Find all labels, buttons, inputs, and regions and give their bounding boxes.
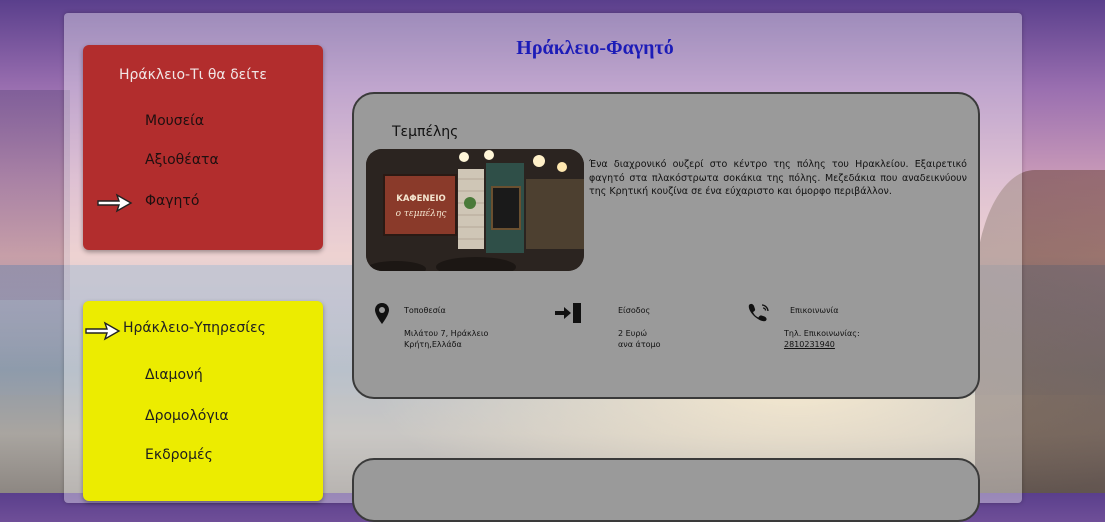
menu-item-excursions[interactable]: Εκδρομές bbox=[145, 447, 213, 463]
restaurant-photo: ΚΑΦΕΝΕΙΟ ο τεμπέλης bbox=[366, 149, 584, 271]
menu-item-food[interactable]: Φαγητό bbox=[145, 193, 199, 209]
entrance-icon bbox=[555, 303, 581, 323]
entry-label: Είσοδος bbox=[618, 306, 651, 315]
location-label: Τοποθεσία bbox=[404, 306, 446, 315]
cafe-sign-text: ΚΑΦΕΝΕΙΟ bbox=[396, 194, 446, 204]
cafe-sign-name: ο τεμπέλης bbox=[395, 209, 447, 219]
location-line1: Μιλάτου 7, Ηράκλειο bbox=[404, 329, 489, 338]
menu-services-heading[interactable]: Ηράκλειο-Υπηρεσίες bbox=[123, 320, 266, 336]
entry-value: 2 Ευρώ ανα άτομο bbox=[618, 328, 661, 350]
restaurant-card-next bbox=[352, 458, 980, 522]
background-left-cliff bbox=[0, 90, 70, 300]
phone-number-link[interactable]: 2810231940 bbox=[784, 339, 860, 350]
arrow-right-icon bbox=[85, 321, 121, 341]
entry-line1: 2 Ευρώ bbox=[618, 329, 648, 338]
location-pin-icon bbox=[375, 303, 389, 324]
menu-sightseeing: Ηράκλειο-Τι θα δείτε Μουσεία Αξιοθέατα Φ… bbox=[83, 45, 323, 250]
arrow-right-icon bbox=[97, 193, 133, 213]
restaurant-card: Τεμπέλης ΚΑΦΕΝΕΙΟ ο τεμπέλης Ένα διαχρον… bbox=[352, 92, 980, 399]
contact-value: Τηλ. Επικοινωνίας: 2810231940 bbox=[784, 328, 860, 350]
menu-sightseeing-heading[interactable]: Ηράκλειο-Τι θα δείτε bbox=[119, 67, 267, 83]
menu-item-museums[interactable]: Μουσεία bbox=[145, 113, 204, 129]
restaurant-description: Ένα διαχρονικό ουζερί στο κέντρο της πόλ… bbox=[589, 159, 967, 197]
restaurant-name: Τεμπέλης bbox=[392, 124, 459, 140]
location-value: Μιλάτου 7, Ηράκλειο Κρήτη,Ελλάδα bbox=[404, 328, 488, 350]
menu-item-sights[interactable]: Αξιοθέατα bbox=[145, 152, 219, 168]
phone-icon bbox=[748, 303, 769, 322]
menu-item-routes[interactable]: Δρομολόγια bbox=[145, 408, 229, 424]
location-line2: Κρήτη,Ελλάδα bbox=[404, 340, 462, 349]
entry-line2: ανα άτομο bbox=[618, 340, 661, 349]
contact-label: Επικοινωνία bbox=[790, 306, 839, 315]
menu-services: Ηράκλειο-Υπηρεσίες Διαμονή Δρομολόγια Εκ… bbox=[83, 301, 323, 501]
contact-line1: Τηλ. Επικοινωνίας: bbox=[784, 329, 860, 338]
page-title: Ηράκλειο-Φαγητό bbox=[516, 37, 674, 59]
menu-item-accommodation[interactable]: Διαμονή bbox=[145, 367, 203, 383]
